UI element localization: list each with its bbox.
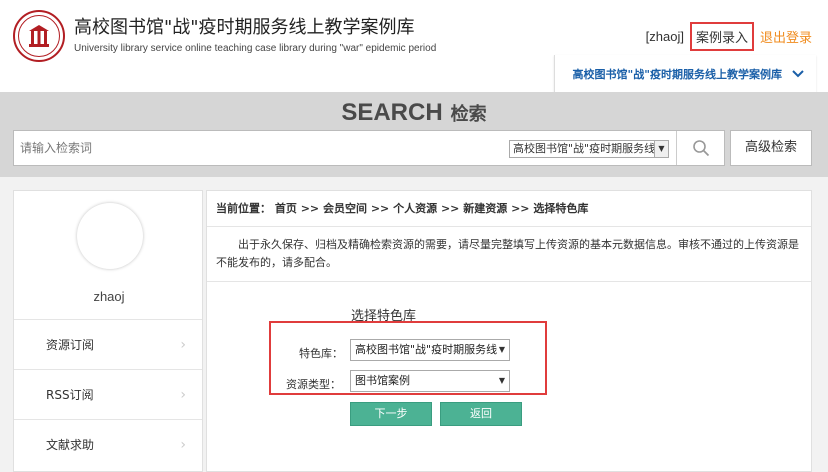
search-heading-cn: 检索: [450, 104, 487, 125]
library-selector[interactable]: 高校图书馆"战"疫时期服务线上教学案例库: [554, 55, 816, 92]
library-select[interactable]: 高校图书馆"战"疫时期服务线 ▼: [350, 339, 510, 361]
user-bar: [zhaoj] 案例录入 退出登录: [646, 22, 812, 51]
sidebar: zhaoj 资源订阅 › RSS订阅 › 文献求助 ›: [13, 190, 203, 472]
search-band: SEARCH 检索 高校图书馆"战"疫时期服务线 ▼ 高级检索: [0, 92, 828, 177]
site-title: 高校图书馆"战"疫时期服务线上教学案例库: [74, 17, 415, 38]
search-scope-value: 高校图书馆"战"疫时期服务线: [513, 142, 656, 155]
search-heading: SEARCH 检索: [0, 99, 828, 127]
search-scope-select[interactable]: 高校图书馆"战"疫时期服务线 ▼: [509, 140, 669, 158]
breadcrumb-personal-resources[interactable]: 个人资源: [393, 202, 437, 215]
sidebar-item-document-request[interactable]: 文献求助 ›: [14, 419, 202, 469]
breadcrumb-home[interactable]: 首页: [275, 202, 297, 215]
dropdown-arrow-icon: ▼: [654, 141, 668, 157]
dropdown-arrow-icon: ▼: [498, 376, 505, 385]
breadcrumb-new-resource[interactable]: 新建资源: [463, 202, 507, 215]
header: 高校图书馆"战"疫时期服务线上教学案例库 University library …: [0, 0, 828, 92]
avatar: [77, 203, 143, 269]
next-step-button[interactable]: 下一步: [350, 402, 432, 426]
search-button[interactable]: [676, 131, 725, 165]
breadcrumb-separator: >>: [511, 202, 530, 215]
breadcrumb-member-space[interactable]: 会员空间: [323, 202, 367, 215]
chevron-right-icon: ›: [180, 387, 186, 403]
current-username: [zhaoj]: [645, 29, 684, 44]
search-icon: [693, 140, 710, 157]
divider: [207, 281, 811, 282]
resource-type-value: 图书馆案例: [355, 374, 410, 387]
resource-type-select[interactable]: 图书馆案例 ▼: [350, 370, 510, 392]
library-building-icon: [29, 25, 49, 47]
upload-notice: 出于永久保存、归档及精确检索资源的需要，请尽量完整填写上传资源的基本元数据信息。…: [216, 238, 799, 269]
search-input[interactable]: [14, 131, 504, 165]
advanced-search-button[interactable]: 高级检索: [730, 130, 812, 166]
breadcrumb-separator: >>: [370, 202, 390, 215]
chevron-right-icon: ›: [180, 337, 186, 353]
library-selector-label: 高校图书馆"战"疫时期服务线上教学案例库: [572, 67, 782, 81]
back-button[interactable]: 返回: [440, 402, 522, 426]
breadcrumb-prefix: 当前位置：: [216, 202, 271, 215]
search-heading-en: SEARCH: [341, 99, 443, 126]
breadcrumb-separator: >>: [300, 202, 320, 215]
chevron-down-icon: [792, 67, 804, 81]
sidebar-item-label: 资源订阅: [46, 338, 95, 352]
breadcrumb-select-library: 选择特色库: [533, 202, 589, 215]
chevron-right-icon: ›: [180, 437, 186, 453]
site-subtitle: University library service online teachi…: [74, 43, 437, 54]
sidebar-item-resource-subscription[interactable]: 资源订阅 ›: [14, 319, 202, 369]
breadcrumb-separator: >>: [440, 202, 460, 215]
case-entry-link[interactable]: 案例录入: [689, 22, 754, 51]
sidebar-item-label: 文献求助: [46, 438, 95, 452]
sidebar-item-rss-subscription[interactable]: RSS订阅 ›: [14, 369, 202, 419]
dropdown-arrow-icon: ▼: [498, 345, 505, 354]
library-select-value: 高校图书馆"战"疫时期服务线: [355, 343, 498, 356]
logout-link[interactable]: 退出登录: [760, 27, 812, 46]
university-logo: [13, 10, 65, 62]
breadcrumb: 当前位置： 首页 >> 会员空间 >> 个人资源 >> 新建资源 >> 选择特色…: [207, 191, 811, 227]
main-content: 当前位置： 首页 >> 会员空间 >> 个人资源 >> 新建资源 >> 选择特色…: [206, 190, 812, 472]
library-field-label: 特色库：: [299, 347, 343, 360]
sidebar-item-label: RSS订阅: [46, 388, 94, 402]
search-box: 高校图书馆"战"疫时期服务线 ▼: [13, 130, 725, 166]
type-field-label: 资源类型：: [286, 378, 341, 391]
sidebar-username: zhaoj: [93, 289, 125, 304]
